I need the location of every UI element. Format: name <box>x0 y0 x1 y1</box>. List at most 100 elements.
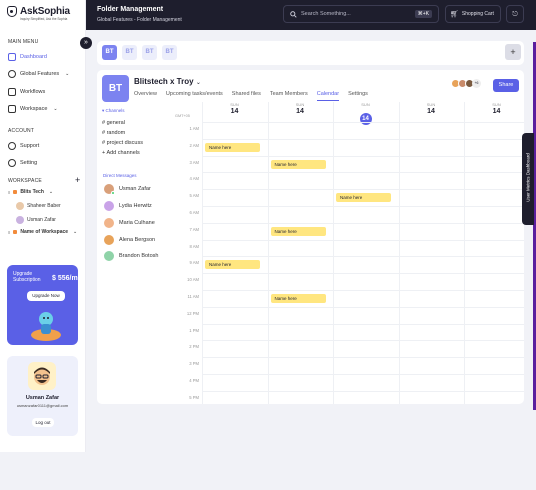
collapse-sidebar-icon[interactable]: » <box>80 37 92 49</box>
channels-list: ▾ Channels # general # random # project … <box>102 108 170 158</box>
calendar-row-divider <box>202 340 524 342</box>
project-name[interactable]: Blitstech x Troy ⌄ <box>134 77 201 86</box>
tab-upcoming[interactable]: Upcoming tasks/events <box>166 91 223 101</box>
workspace-item-name[interactable]: ≡ Name of Workspace ⌄ <box>8 229 77 235</box>
day-date: 14 <box>492 108 501 115</box>
calendar-row-divider <box>202 323 524 325</box>
calendar-row-divider <box>202 189 524 191</box>
calendar-day-header[interactable]: SUN 14 <box>464 102 524 115</box>
tab-team-members[interactable]: Team Members <box>270 91 308 101</box>
calendar-day-header[interactable]: SUN 14 <box>399 102 464 115</box>
top-header: Folder Management Global Features - Fold… <box>86 0 536 30</box>
time-label: 4 AM <box>189 176 199 182</box>
dm-item[interactable]: Lydia Herwitz <box>104 201 152 211</box>
logo-icon <box>7 6 17 17</box>
shortcut-badge: ⌘+K <box>414 10 432 18</box>
member-avatars[interactable]: +6 <box>451 79 481 88</box>
search-icon <box>290 10 297 18</box>
channel-item[interactable]: # random <box>102 128 170 138</box>
add-tab-button[interactable]: + <box>505 44 521 60</box>
home-icon <box>8 53 16 61</box>
time-label: 8 AM <box>189 243 199 249</box>
day-name: SUN <box>361 102 370 107</box>
dm-item[interactable]: Usman Zafar <box>104 184 151 195</box>
channel-item[interactable]: # general <box>102 118 170 128</box>
sidebar-item-label: Dashboard <box>20 54 47 60</box>
calendar-day-header[interactable]: SUN 14 <box>202 102 267 115</box>
sidebar-item-workspace[interactable]: Workspace ⌄ <box>8 104 58 114</box>
chevron-down-icon: ⌄ <box>48 189 54 195</box>
tab-project-4[interactable]: BT <box>162 45 177 60</box>
tab-overview[interactable]: Overview <box>134 91 157 101</box>
logout-icon[interactable]: ⎋ <box>506 5 524 23</box>
calendar-event[interactable]: Name here <box>270 159 326 169</box>
project-avatar: BT <box>102 75 129 102</box>
workspace-item-blits-tech[interactable]: ≡ Blits Tech ⌄ <box>8 189 53 195</box>
tab-project-3[interactable]: BT <box>142 45 157 60</box>
calendar-event[interactable]: Name here <box>270 294 326 303</box>
calendar-day-header[interactable]: SUN 14 <box>268 102 333 115</box>
channel-item[interactable]: # project discuss <box>102 138 170 148</box>
shopping-cart-button[interactable]: 🛒︎ Shopping Cart <box>445 5 501 23</box>
logo[interactable]: AskSophia <box>7 6 70 17</box>
upgrade-now-button[interactable]: Upgrade Now <box>27 291 65 301</box>
main-menu-title: MAIN MENU <box>8 39 39 45</box>
sidebar-item-support[interactable]: Support <box>8 141 39 151</box>
time-label: 5 PM <box>189 394 199 400</box>
calendar-event[interactable]: Name here <box>205 260 260 270</box>
calendar-row-divider <box>202 273 524 275</box>
time-label: 6 AM <box>189 210 199 215</box>
chevron-down-icon: ⌄ <box>65 71 70 77</box>
add-channel-button[interactable]: + Add channels <box>102 148 170 158</box>
tab-calendar[interactable]: Calendar <box>316 91 340 101</box>
tab-project-2[interactable]: BT <box>122 45 137 60</box>
calendar-row-divider <box>202 390 524 392</box>
logout-button[interactable]: Log out <box>32 418 54 427</box>
project-tabs: BT BT BT BT + <box>97 41 524 65</box>
upgrade-card: Upgrade Subscription $ 556/m Upgrade Now <box>7 265 78 345</box>
dm-item[interactable]: Brandon Botosh <box>104 251 158 261</box>
workspace-member-shaheer[interactable]: Shaheer Baber <box>16 202 61 210</box>
calendar-event[interactable]: Name here <box>205 142 260 152</box>
dm-item[interactable]: Alena Bergson <box>104 235 155 245</box>
profile-card: Usman Zafar usmanzafar0111@gmail.com Log… <box>7 356 78 436</box>
sidebar-item-dashboard[interactable]: Dashboard <box>8 52 47 62</box>
sidebar-item-global-features[interactable]: Global Features ⌄ <box>8 69 69 79</box>
app-root: AskSophia Inquiry Simplified, Ask the So… <box>0 0 536 490</box>
calendar-row-divider <box>202 374 524 375</box>
day-date: 14 <box>296 108 304 115</box>
time-label: 7 AM <box>189 226 199 232</box>
logo-text: AskSophia <box>20 6 70 17</box>
time-label: 5 AM <box>189 193 199 199</box>
search-placeholder: Search Something... <box>301 11 351 17</box>
calendar-row-divider <box>202 290 524 291</box>
user-metrics-tab[interactable]: User Metrics Dashboard <box>522 133 534 225</box>
channels-header[interactable]: ▾ Channels <box>102 108 170 114</box>
dm-item[interactable]: Maria Culhane <box>104 218 155 228</box>
avatar[interactable] <box>28 362 56 390</box>
tab-settings[interactable]: Settings <box>348 91 368 101</box>
calendar-event[interactable]: Name here <box>336 193 391 203</box>
day-name: SUN <box>230 102 239 107</box>
sidebar: AskSophia Inquiry Simplified, Ask the So… <box>0 0 86 452</box>
workspace-color-icon <box>13 230 18 234</box>
calendar-event[interactable]: Name here <box>270 226 326 236</box>
tab-project-1[interactable]: BT <box>102 45 117 60</box>
share-button[interactable]: Share <box>493 79 519 92</box>
day-name: SUN <box>426 102 436 107</box>
tab-shared-files[interactable]: Shared files <box>232 91 261 101</box>
page-title: Folder Management <box>97 6 164 13</box>
add-workspace-button[interactable]: + <box>75 175 80 185</box>
sidebar-item-setting[interactable]: Setting <box>8 158 37 168</box>
search-input[interactable]: Search Something... ⌘+K <box>283 5 439 23</box>
upgrade-price: $ 556/m <box>52 275 78 282</box>
calendar-grid: Name here Name here Name here Name here Name… <box>202 102 524 404</box>
profile-name: Usman Zafar <box>25 395 60 401</box>
workspace-member-usman[interactable]: Usman Zafar <box>16 216 56 224</box>
calendar-column-divider <box>267 102 269 404</box>
direct-messages-header: Direct Messages <box>103 173 137 178</box>
chevron-down-icon: ⌄ <box>73 229 78 235</box>
sidebar-item-workflows[interactable]: Workflows <box>8 87 45 97</box>
calendar-row-divider <box>202 256 524 258</box>
briefcase-icon <box>8 105 16 113</box>
